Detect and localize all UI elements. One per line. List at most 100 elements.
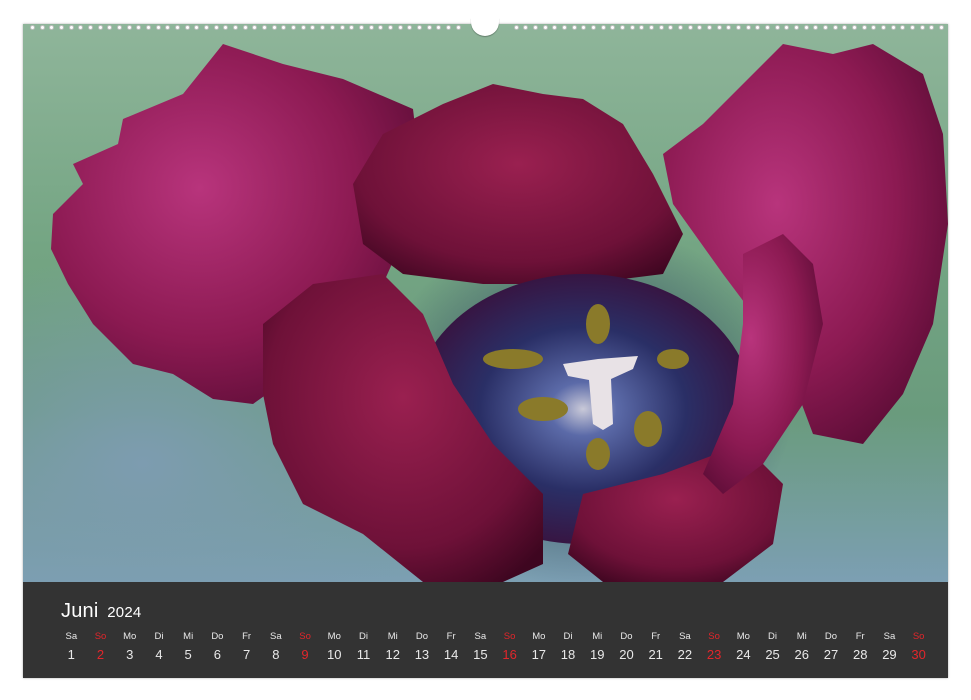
spiral-ring [387,24,393,30]
date-number: 16 [502,647,517,662]
date-number: 24 [736,647,751,662]
spiral-ring [687,24,693,30]
spiral-ring [213,24,219,30]
spiral-ring [832,24,838,30]
date-number: 29 [882,647,897,662]
spiral-ring [784,24,790,30]
date-number: 28 [852,647,868,662]
weekday-label: Fr [446,631,456,642]
weekday-label: So [299,631,311,642]
date-number: 15 [473,647,488,662]
weekday-label: So [912,631,925,642]
date-number: 12 [385,647,400,662]
date-number: 30 [911,647,926,662]
date-number: 7 [242,647,251,662]
spiral-ring [890,24,896,30]
date-number: 10 [327,647,342,662]
spiral-ring [310,24,316,30]
weekday-label: Sa [270,631,282,642]
date-number: 14 [443,647,459,662]
date-number: 13 [414,647,430,662]
spiral-ring [581,24,587,30]
weekday-label: Mi [387,631,398,642]
date-row: 1 2 3 4 5 6 7 8 9 10 11 12 13 14 15 16 17 18 19 20 21 22 23 24 2… [57,647,933,662]
spiral-ring [774,24,780,30]
weekday-label: Mo [327,631,341,642]
spiral-ring [146,24,152,30]
spiral-ring [803,24,809,30]
spiral-ring [378,24,384,30]
weekday-label: Fr [242,631,252,642]
spiral-ring [223,24,229,30]
spiral-ring [368,24,374,30]
weekday-label: So [708,631,720,642]
spiral-ring [194,24,200,30]
spiral-ring [910,24,916,30]
weekday-label: Mo [532,631,546,642]
spiral-ring [929,24,935,30]
spiral-ring [600,24,606,30]
spiral-ring [513,24,519,30]
spiral-ring [629,24,635,30]
weekday-label: Di [154,631,164,642]
spiral-ring [745,24,751,30]
spiral-ring [871,24,877,30]
month-title: Juni 2024 [61,600,141,623]
weekday-label: Do [211,631,224,642]
spiral-ring [262,24,268,30]
weekday-label: Di [563,631,573,642]
spiral-ring [726,24,732,30]
month-name: Juni [61,600,99,622]
spiral-ring [881,24,887,30]
date-number: 5 [184,647,192,662]
spiral-ring [329,24,335,30]
weekday-label: Di [358,631,368,642]
spiral-ring [126,24,132,30]
date-number: 11 [356,647,371,662]
weekday-label: So [503,631,516,642]
spiral-ring [97,24,103,30]
date-number: 3 [126,647,134,662]
month-year: 2024 [107,604,142,621]
spiral-ring [136,24,142,30]
spiral-ring [861,24,867,30]
spiral-ring [590,24,596,30]
spiral-ring [281,24,287,30]
spiral-ring [39,24,45,30]
spiral-ring [49,24,55,30]
spiral-ring [407,24,413,30]
spiral-ring [68,24,74,30]
spiral-ring [300,24,306,30]
date-number: 23 [706,647,722,662]
spiral-ring [349,24,355,30]
spiral-ring [552,24,558,30]
spiral-ring [184,24,190,30]
date-number: 19 [590,647,605,662]
weekday-label: Sa [65,631,78,642]
spiral-ring [658,24,664,30]
spiral-ring [117,24,123,30]
spiral-ring [794,24,800,30]
spiral-ring [523,24,529,30]
spiral-ring [175,24,181,30]
date-number: 2 [96,647,105,662]
spiral-ring [233,24,239,30]
spiral-ring [852,24,858,30]
date-number: 27 [823,647,839,662]
weekday-label: Do [415,631,428,642]
spiral-ring [204,24,210,30]
weekday-label: Sa [883,631,896,642]
weekday-label: Mo [736,631,750,642]
spiral-ring [320,24,326,30]
date-number: 26 [794,647,809,662]
spiral-ring [755,24,761,30]
weekday-label: Mo [123,631,137,642]
date-number: 8 [272,647,280,662]
weekday-label: Sa [679,631,691,642]
weekday-label: Mi [183,631,194,642]
spiral-ring [561,24,567,30]
spiral-ring [416,24,422,30]
spiral-ring [397,24,403,30]
weekday-label: Fr [651,631,661,642]
spiral-ring [445,24,451,30]
